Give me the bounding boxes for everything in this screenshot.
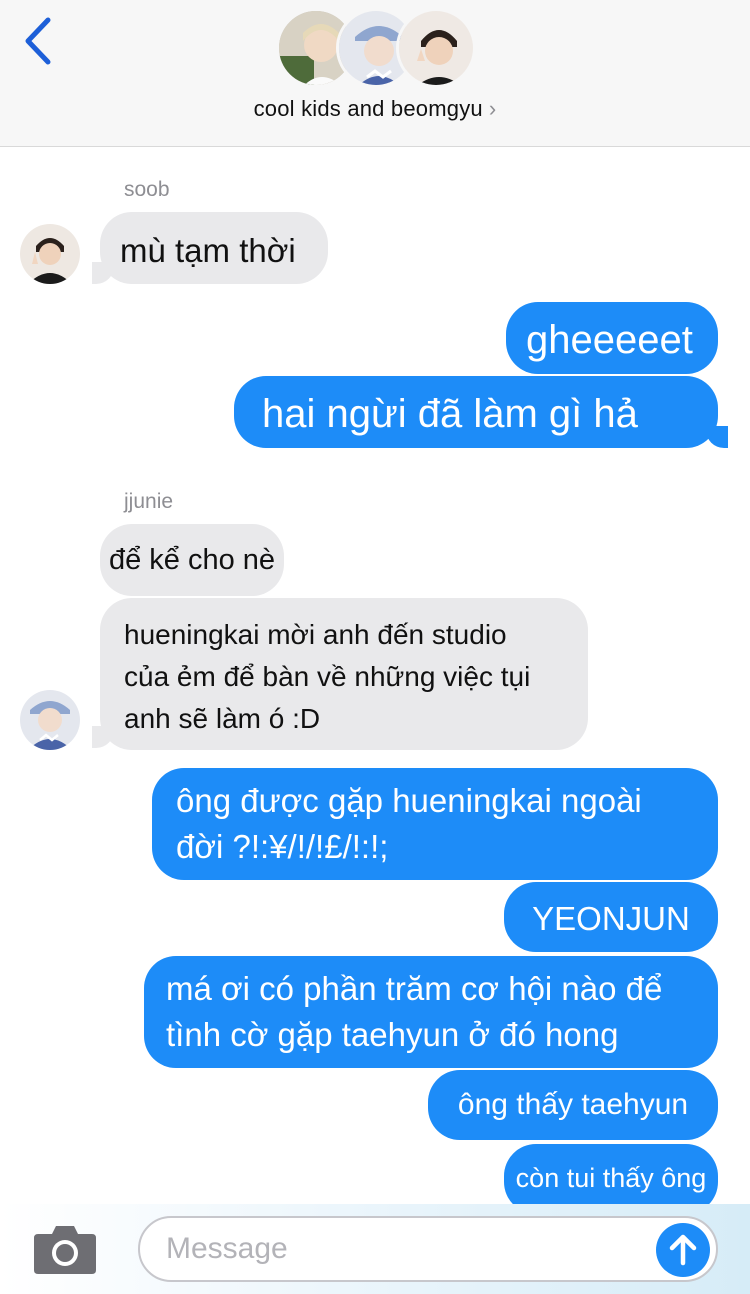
person-photo-icon (20, 224, 80, 284)
message-text: còn tui thấy ông (515, 1163, 707, 1193)
camera-icon (34, 1226, 96, 1274)
arrow-up-icon (669, 1234, 697, 1266)
message-bubble-incoming[interactable]: mù tạm thời (100, 212, 328, 284)
avatar-jjunie[interactable] (20, 690, 80, 750)
message-bubble-outgoing[interactable]: gheeeeet (506, 302, 718, 374)
message-bubble-outgoing[interactable]: ông được gặp hueningkai ngoài đời ?!:¥/!… (152, 768, 718, 880)
back-button[interactable] (18, 14, 62, 68)
person-photo-icon (399, 11, 473, 85)
person-photo-icon (20, 690, 80, 750)
group-name-button[interactable]: cool kids and beomgyu › (0, 96, 750, 122)
sender-name: jjunie (124, 490, 174, 513)
message-bubble-outgoing[interactable]: má ơi có phần trăm cơ hội nào để tình cờ… (144, 956, 718, 1068)
message-text: ông thấy taehyun (457, 1088, 689, 1121)
composer-bar (0, 1204, 750, 1294)
chevron-right-icon: › (488, 96, 497, 121)
message-text: YEONJUN (532, 900, 690, 937)
message-bubble-incoming[interactable]: để kể cho nè (100, 524, 284, 596)
message-bubble-incoming[interactable]: hueningkai mời anh đến studio của ẻm để … (100, 598, 588, 750)
message-line: đời ?!:¥/!/!£/!:!; (176, 828, 389, 866)
message-line: tình cờ gặp taehyun ở đó hong (166, 1016, 619, 1054)
group-name: cool kids and beomgyu (253, 96, 483, 121)
message-line: hueningkai mời anh đến studio (124, 619, 507, 650)
message-line: của ẻm để bàn về những việc tụi (124, 661, 531, 692)
message-text: gheeeeet (526, 318, 693, 362)
message-text: hai ngừi đã làm gì hả (262, 392, 638, 436)
group-avatar-3[interactable] (396, 8, 476, 88)
message-bubble-outgoing[interactable]: YEONJUN (504, 882, 718, 952)
message-bubble-outgoing[interactable]: ông thấy taehyun (428, 1070, 718, 1140)
camera-button[interactable] (32, 1222, 98, 1276)
send-button[interactable] (656, 1223, 710, 1277)
message-line: anh sẽ làm ó :D (124, 703, 321, 734)
message-bubble-outgoing[interactable]: hai ngừi đã làm gì hả (234, 376, 718, 448)
message-text: mù tạm thời (120, 232, 296, 269)
message-text: để kể cho nè (108, 544, 276, 576)
message-line: ông được gặp hueningkai ngoài (176, 782, 642, 819)
conversation-header: cool kids and beomgyu › (0, 0, 750, 147)
chevron-left-icon (25, 17, 51, 65)
message-line: má ơi có phần trăm cơ hội nào để (166, 970, 663, 1007)
avatar-soob[interactable] (20, 224, 80, 284)
sender-name: soob (124, 178, 170, 201)
message-input[interactable] (138, 1216, 718, 1282)
